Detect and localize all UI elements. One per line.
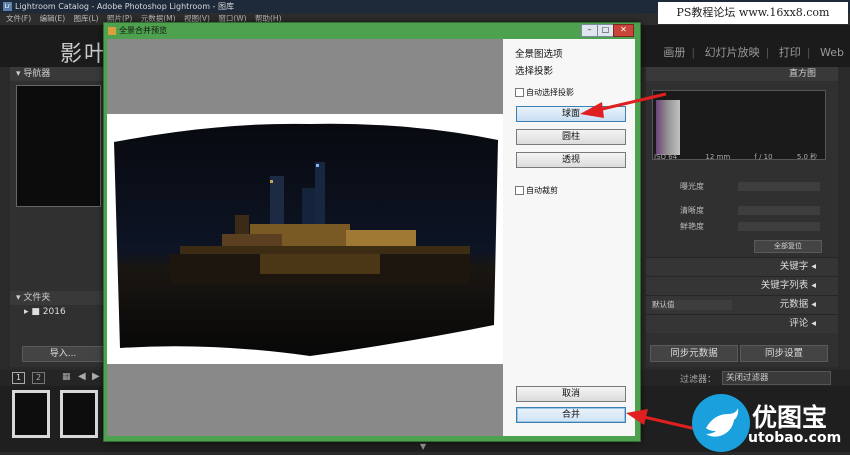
auto-crop-label: 自动裁剪 (526, 186, 558, 195)
auto-select-projection-checkbox[interactable] (515, 88, 524, 97)
app-title: Lightroom Catalog - Adobe Photoshop Ligh… (15, 2, 234, 11)
dialog-title: 全景合并预览 (119, 26, 167, 35)
annotation-arrow-icon (580, 92, 667, 118)
left-panel: ▾ 导航器 ▾ 文件夹 ▸ ■ 2016 (10, 67, 105, 367)
cylindrical-projection-button[interactable]: 圆柱 (516, 129, 626, 145)
reset-all-button[interactable]: 全部复位 (754, 240, 822, 253)
module-book[interactable]: 画册 (663, 46, 685, 59)
close-button[interactable]: ✕ (613, 24, 634, 37)
identity-plate: 影叶 (60, 42, 109, 67)
exif-info: ISO 64 12 mm f / 10 5.0 秒 (652, 152, 824, 162)
panorama-preview-image (114, 123, 498, 356)
folder-icon: ▸ ■ (24, 307, 40, 317)
keywording-header[interactable]: 关键字 ◂ (646, 257, 838, 276)
dialog-titlebar: 全景合并预览 (108, 24, 528, 38)
folder-item[interactable]: ▸ ■ 2016 (10, 305, 105, 319)
folders-header[interactable]: ▾ 文件夹 (10, 291, 105, 305)
exif-aperture: f / 10 (754, 153, 773, 161)
dialog-icon (108, 27, 116, 35)
exposure-label: 曝光度 (680, 182, 704, 191)
utobao-logo-text: 优图宝 (752, 403, 828, 432)
cancel-button[interactable]: 取消 (516, 386, 626, 402)
utobao-logo-icon (692, 394, 750, 452)
module-slideshow[interactable]: 幻灯片放映 (705, 46, 760, 59)
back-arrow-icon[interactable]: ◀ (78, 371, 86, 382)
vibrance-label: 鲜艳度 (680, 222, 704, 231)
filmstrip-thumb[interactable] (60, 390, 98, 438)
auto-crop-checkbox[interactable] (515, 186, 524, 195)
module-web[interactable]: Web (820, 46, 844, 59)
navigator-label: 导航器 (23, 69, 51, 79)
folders-label: 文件夹 (23, 293, 51, 303)
histogram-label: 直方图 (788, 69, 816, 79)
auto-crop-row[interactable]: 自动裁剪 (515, 185, 558, 197)
forward-arrow-icon[interactable]: ▶ (92, 371, 100, 382)
comments-label: 评论 (789, 318, 809, 329)
import-button[interactable]: 导入... (22, 346, 104, 362)
projection-title: 选择投影 (515, 66, 554, 77)
sync-settings-button[interactable]: 同步设置 (740, 345, 828, 362)
metadata-preset[interactable]: 默认值 (652, 300, 732, 310)
panorama-options-title: 全景图选项 (515, 49, 563, 60)
metadata-label: 元数据 (779, 299, 809, 310)
folder-year: 2016 (42, 307, 66, 317)
exif-iso: ISO 64 (654, 153, 678, 161)
auto-select-projection-label: 自动选择投影 (526, 88, 574, 97)
page-2[interactable]: 2 (32, 372, 45, 384)
minimize-button[interactable]: – (581, 24, 598, 37)
sync-metadata-button[interactable]: 同步元数据 (650, 345, 738, 362)
filter-select[interactable]: 关闭过滤器 (722, 371, 831, 385)
filter-label: 过滤器： (680, 375, 717, 385)
vibrance-stepper[interactable] (738, 222, 820, 231)
forum-watermark: PS教程论坛 www.16xx8.com (658, 2, 848, 24)
annotation-arrow-icon (626, 409, 697, 431)
utobao-logo-url: utobao.com (748, 430, 842, 446)
comments-header[interactable]: 评论 ◂ (646, 314, 838, 333)
grid-icon[interactable]: ▦ (62, 372, 71, 382)
bird-icon (706, 408, 739, 437)
module-picker: 画册 | 幻灯片放映 | 打印 | Web (663, 46, 844, 59)
clarity-label: 清晰度 (680, 206, 704, 215)
module-print[interactable]: 打印 (779, 46, 801, 59)
histogram-header[interactable]: 直方图 (646, 67, 838, 81)
keywording-label: 关键字 (779, 261, 809, 272)
maximize-button[interactable]: □ (597, 24, 614, 37)
metadata-header[interactable]: 默认值 元数据 ◂ (646, 295, 838, 314)
perspective-projection-button[interactable]: 透视 (516, 152, 626, 168)
exif-focal: 12 mm (705, 153, 731, 161)
exif-shutter: 5.0 秒 (796, 153, 818, 161)
menu-edit[interactable]: 编辑(E) (40, 14, 66, 23)
keyword-list-header[interactable]: 关键字列表 ◂ (646, 276, 838, 295)
merge-button[interactable]: 合并 (516, 407, 626, 423)
menu-library[interactable]: 图库(L) (74, 14, 99, 23)
filmstrip-thumb[interactable] (12, 390, 50, 438)
clarity-stepper[interactable] (738, 206, 820, 215)
navigator-header[interactable]: ▾ 导航器 (10, 67, 105, 81)
bottom-panel-toggle-icon[interactable]: ▼ (420, 442, 426, 451)
lightroom-app-icon: Lr (3, 2, 12, 11)
exposure-stepper[interactable] (738, 182, 820, 191)
auto-select-projection-row[interactable]: 自动选择投影 (515, 87, 574, 99)
menu-file[interactable]: 文件(F) (6, 14, 31, 23)
keyword-list-label: 关键字列表 (760, 280, 809, 291)
page-1[interactable]: 1 (12, 372, 25, 384)
right-panel-sections: 关键字 ◂ 关键字列表 ◂ 默认值 元数据 ◂ 评论 ◂ (646, 257, 838, 333)
navigator-preview[interactable] (16, 85, 101, 207)
